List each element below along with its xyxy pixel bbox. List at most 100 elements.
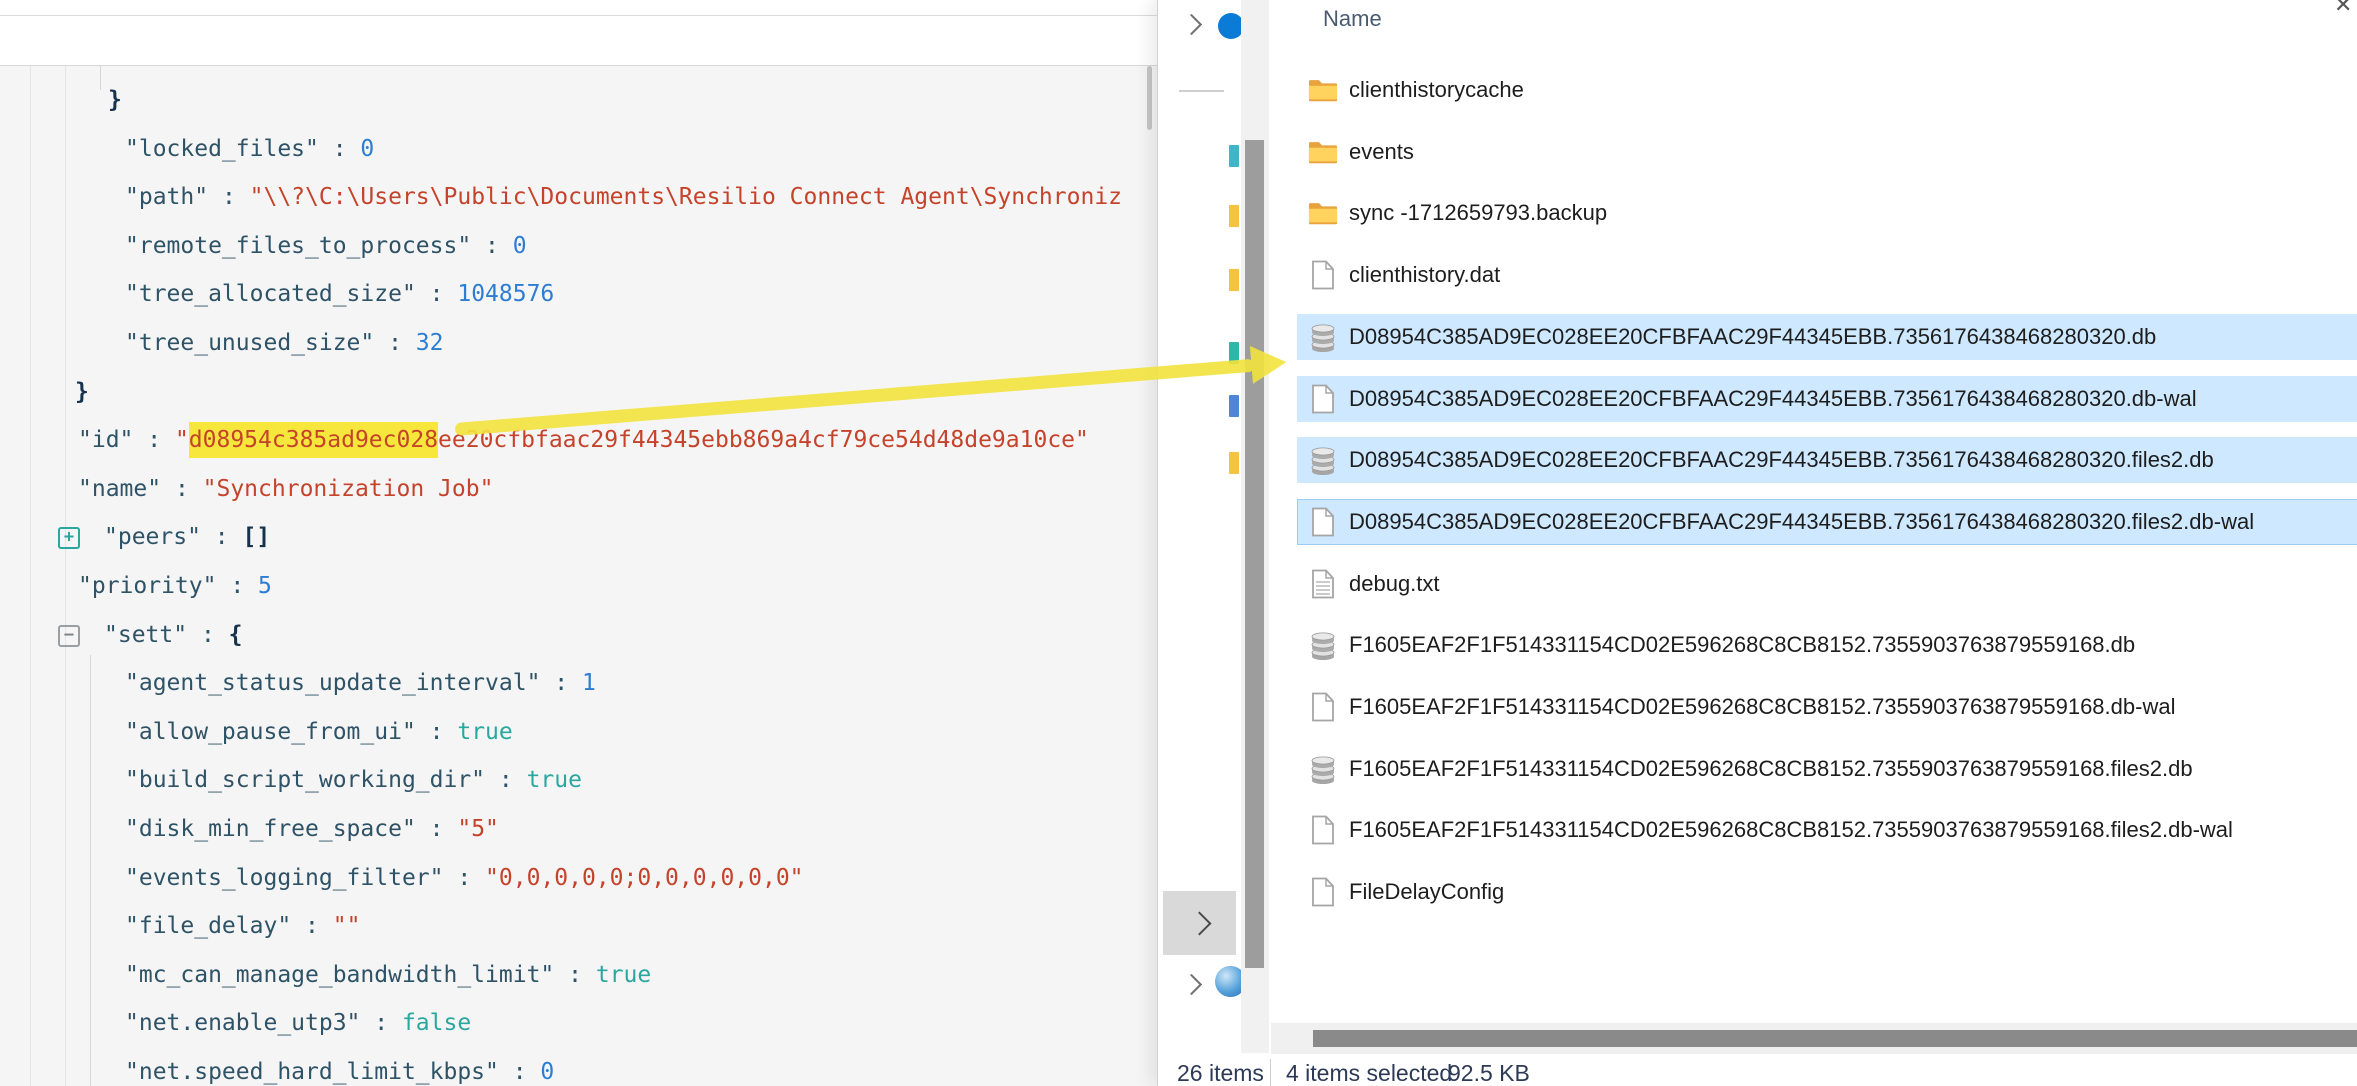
- json-token: 0: [540, 1059, 554, 1085]
- json-token: "5": [457, 816, 499, 842]
- file-row[interactable]: events: [1297, 129, 2357, 175]
- json-token: :: [554, 962, 596, 988]
- file-row[interactable]: clienthistory.dat: [1297, 252, 2357, 298]
- json-token: "remote_files_to_process": [125, 233, 471, 259]
- json-line: "remote_files_to_process" : 0: [125, 229, 527, 263]
- folder-icon: [1308, 198, 1338, 228]
- json-line: "id" : "d08954c385ad9ec028ee20cfbfaac29f…: [78, 423, 1089, 457]
- json-token: :: [416, 816, 458, 842]
- folder-icon-wrap: [1307, 137, 1339, 167]
- nav-scrollbar-thumb[interactable]: [1245, 140, 1264, 968]
- folder-icon: [1308, 75, 1338, 105]
- json-token: :: [374, 330, 416, 356]
- json-token: 32: [416, 330, 444, 356]
- json-token: :: [485, 767, 527, 793]
- json-line: +"peers" : []: [58, 520, 270, 554]
- json-token: 5: [258, 573, 272, 599]
- file-name: events: [1349, 139, 1414, 165]
- nav-scrollbar-track[interactable]: [1241, 0, 1269, 1053]
- nav-peek-button[interactable]: [1163, 891, 1236, 955]
- file-explorer-window: ✕ Name clienthistorycache events sync -1…: [1157, 0, 2357, 1086]
- file-row[interactable]: D08954C385AD9EC028EE20CFBFAAC29F44345EBB…: [1297, 499, 2357, 545]
- status-separator: [1270, 1059, 1271, 1086]
- json-line: "tree_allocated_size" : 1048576: [125, 277, 554, 311]
- file-name: D08954C385AD9EC028EE20CFBFAAC29F44345EBB…: [1349, 509, 2254, 535]
- items-count: 26 items: [1177, 1060, 1264, 1086]
- json-token: :: [187, 622, 229, 648]
- file-row[interactable]: F1605EAF2F1F514331154CD02E596268C8CB8152…: [1297, 684, 2357, 730]
- file-name: clienthistory.dat: [1349, 262, 1500, 288]
- database-icon-wrap: [1307, 445, 1339, 475]
- json-token: "tree_allocated_size": [125, 281, 416, 307]
- file-row[interactable]: FileDelayConfig: [1297, 869, 2357, 915]
- json-toolbar: [0, 16, 1157, 66]
- file-name: D08954C385AD9EC028EE20CFBFAAC29F44345EBB…: [1349, 447, 2214, 473]
- file-name: FileDelayConfig: [1349, 879, 1504, 905]
- json-token: :: [499, 1059, 541, 1085]
- json-token: true: [596, 962, 651, 988]
- json-token: "priority": [78, 573, 216, 599]
- json-token: :: [216, 573, 258, 599]
- nav-tree-icon-sliver: [1229, 205, 1239, 227]
- json-token: "events_logging_filter": [125, 865, 444, 891]
- horizontal-scrollbar-thumb[interactable]: [1313, 1030, 2357, 1047]
- json-token: :: [416, 281, 458, 307]
- collapse-node-icon[interactable]: −: [58, 625, 80, 647]
- json-token: 1048576: [457, 281, 554, 307]
- folder-icon: [1308, 137, 1338, 167]
- file-name: clienthistorycache: [1349, 77, 1524, 103]
- file-row[interactable]: D08954C385AD9EC028EE20CFBFAAC29F44345EBB…: [1297, 314, 2357, 360]
- file-icon: [1308, 507, 1338, 537]
- json-token: :: [319, 136, 361, 162]
- folder-icon-wrap: [1307, 198, 1339, 228]
- file-row[interactable]: F1605EAF2F1F514331154CD02E596268C8CB8152…: [1297, 746, 2357, 792]
- json-token: []: [242, 524, 270, 550]
- json-token: :: [444, 865, 486, 891]
- file-icon: [1308, 384, 1338, 414]
- nav-tree-icon-sliver: [1229, 269, 1239, 291]
- json-token: :: [201, 524, 243, 550]
- json-line: −"sett" : {: [58, 618, 243, 652]
- json-line: "tree_unused_size" : 32: [125, 326, 444, 360]
- json-line: "locked_files" : 0: [125, 132, 374, 166]
- json-token: true: [457, 719, 512, 745]
- horizontal-scrollbar-track[interactable]: [1271, 1023, 2357, 1054]
- file-row[interactable]: debug.txt: [1297, 561, 2357, 607]
- gutter-line: [30, 66, 31, 1086]
- file-row[interactable]: D08954C385AD9EC028EE20CFBFAAC29F44345EBB…: [1297, 376, 2357, 422]
- expand-node-icon[interactable]: +: [58, 527, 80, 549]
- file-name: F1605EAF2F1F514331154CD02E596268C8CB8152…: [1349, 694, 2175, 720]
- json-token: "file_delay": [125, 913, 291, 939]
- json-token: "0,0,0,0,0;0,0,0,0,0,0": [485, 865, 804, 891]
- screen: } "locked_files" : 0 "path" : "\\?\C:\User…: [0, 0, 2357, 1086]
- json-token: }: [75, 379, 89, 405]
- json-line: "events_logging_filter" : "0,0,0,0,0;0,0…: [125, 861, 804, 895]
- json-token: false: [402, 1010, 471, 1036]
- nav-tree-icon-sliver: [1229, 342, 1239, 364]
- json-token: 0: [513, 233, 527, 259]
- file-icon-wrap: [1307, 692, 1339, 722]
- json-token: "": [333, 913, 361, 939]
- json-token: d08954c385ad9ec028: [189, 422, 438, 458]
- database-icon-wrap: [1307, 630, 1339, 660]
- file-row[interactable]: F1605EAF2F1F514331154CD02E596268C8CB8152…: [1297, 807, 2357, 853]
- json-token: "mc_can_manage_bandwidth_limit": [125, 962, 554, 988]
- file-row[interactable]: clienthistorycache: [1297, 67, 2357, 113]
- file-row[interactable]: D08954C385AD9EC028EE20CFBFAAC29F44345EBB…: [1297, 437, 2357, 483]
- json-scrollbar-thumb[interactable]: [1147, 66, 1152, 130]
- json-line: "net.speed_hard_limit_kbps" : 0: [125, 1055, 554, 1086]
- json-line: "path" : "\\?\C:\Users\Public\Documents\…: [125, 180, 1122, 214]
- file-row[interactable]: sync -1712659793.backup: [1297, 190, 2357, 236]
- file-name: sync -1712659793.backup: [1349, 200, 1607, 226]
- json-token: :: [161, 476, 203, 502]
- file-icon-wrap: [1307, 260, 1339, 290]
- json-line: "build_script_working_dir" : true: [125, 763, 582, 797]
- selection-count: 4 items selected: [1286, 1060, 1452, 1086]
- json-line: "mc_can_manage_bandwidth_limit" : true: [125, 958, 651, 992]
- json-token: "id": [78, 427, 133, 453]
- file-row[interactable]: F1605EAF2F1F514331154CD02E596268C8CB8152…: [1297, 622, 2357, 668]
- folder-icon-wrap: [1307, 75, 1339, 105]
- close-icon[interactable]: ✕: [2334, 0, 2352, 18]
- json-token: "net.speed_hard_limit_kbps": [125, 1059, 499, 1085]
- json-window-top-strip: [0, 0, 1157, 16]
